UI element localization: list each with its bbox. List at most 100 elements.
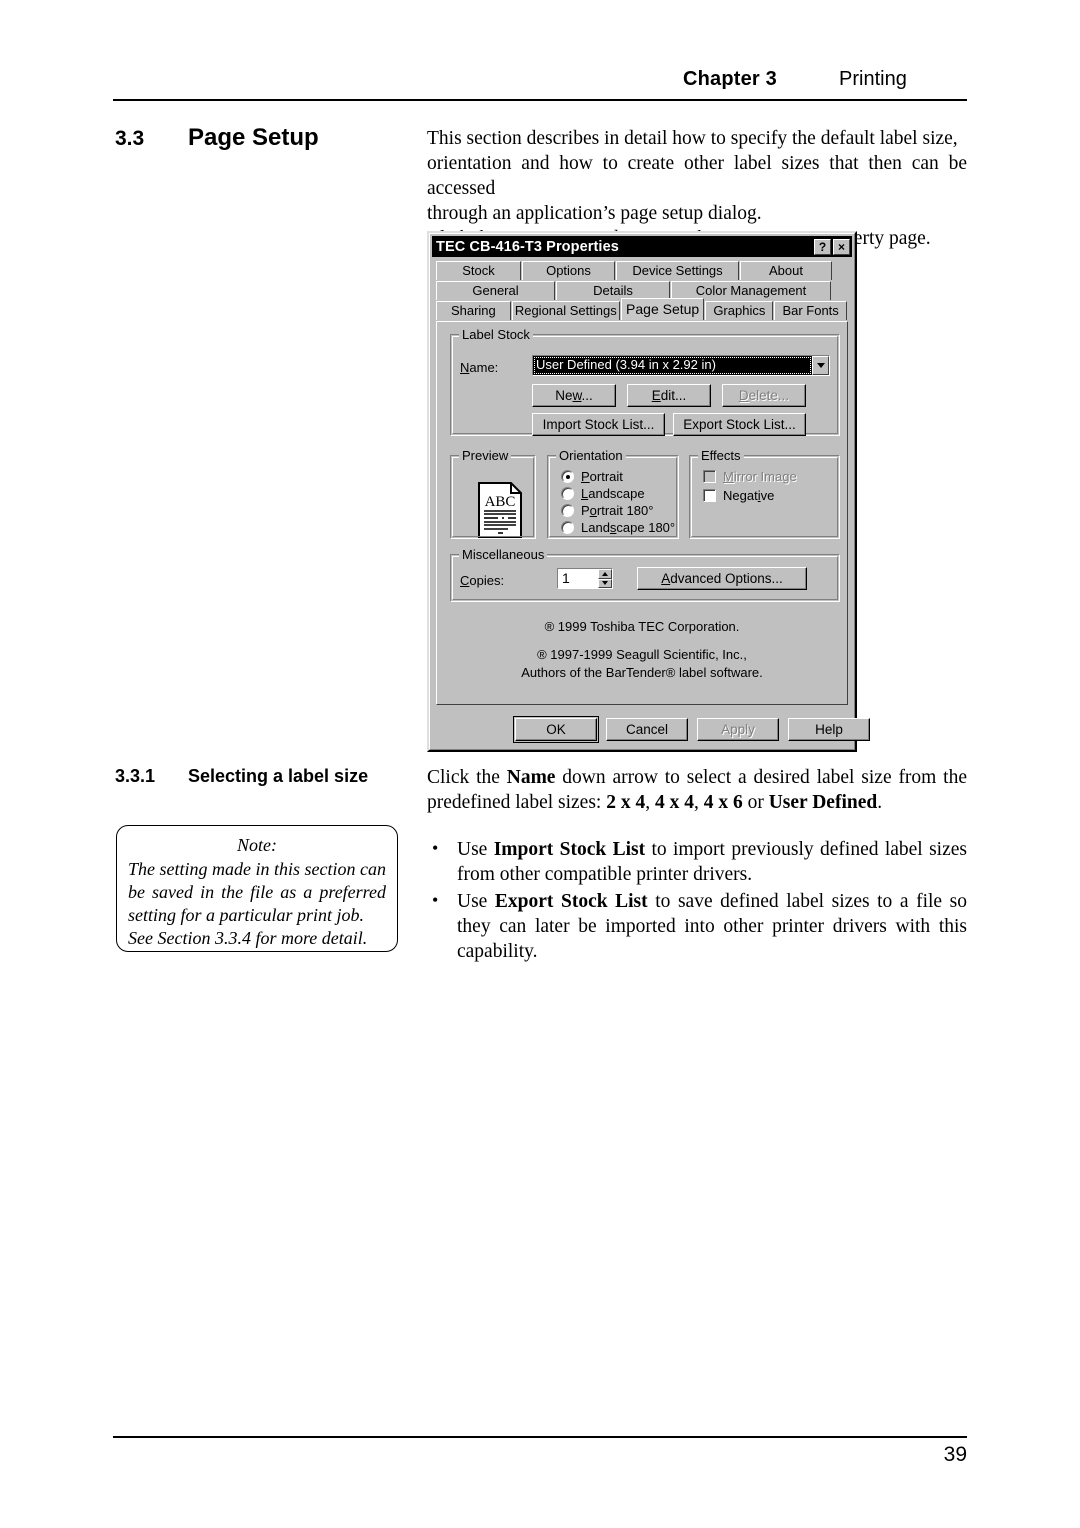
effects-group-title: Effects (698, 448, 744, 463)
bullet-icon: • (432, 890, 439, 910)
copies-stepper[interactable]: 1 (557, 568, 613, 589)
label-stock-name-value: User Defined (3.94 in x 2.92 in) (533, 356, 812, 375)
edit-button[interactable]: Edit... (627, 384, 711, 407)
radio-landscape-180-label: Landscape 180° (581, 520, 676, 535)
copyright-line-2: ® 1997-1999 Seagull Scientific, Inc., (537, 647, 747, 662)
ok-button[interactable]: OK (513, 716, 599, 743)
label-stock-group-title: Label Stock (459, 327, 533, 342)
footer-divider (113, 1436, 967, 1438)
page-number: 39 (943, 1443, 967, 1466)
miscellaneous-group-title: Miscellaneous (459, 547, 548, 562)
copies-label: Copies: (460, 573, 505, 588)
subsection-paragraph: Click the Name down arrow to select a de… (427, 765, 967, 815)
tab-bar-fonts[interactable]: Bar Fonts (774, 301, 847, 320)
sub-bold-2x4: 2 x 4 (606, 792, 646, 813)
page-setup-panel: Label Stock Name: User Defined (3.94 in … (436, 321, 848, 705)
bullet-1-pre: Use (457, 891, 495, 912)
svg-text:ABC: ABC (485, 494, 516, 510)
subsection-title: Selecting a label size (188, 766, 369, 786)
radio-portrait-label: Portrait (581, 469, 623, 484)
radio-landscape-180[interactable]: Landscape 180° (561, 520, 675, 535)
intro-line-1: This section describes in detail how to … (427, 128, 958, 149)
help-icon[interactable]: ? (814, 238, 831, 255)
radio-portrait-180-label: Portrait 180° (581, 503, 654, 518)
tab-page-setup[interactable]: Page Setup (620, 298, 705, 320)
section-number: 3.3 (115, 127, 145, 150)
bullet-icon: • (432, 838, 439, 858)
tab-sharing[interactable]: Sharing (436, 301, 511, 320)
dialog-title: TEC CB-416-T3 Properties (436, 238, 619, 255)
orientation-group-title: Orientation (556, 448, 626, 463)
dialog-titlebar: TEC CB-416-T3 Properties ? × (432, 236, 852, 257)
preview-group-title: Preview (459, 448, 512, 463)
bullet-list: • Use Import Stock List to import previou… (427, 837, 967, 966)
chapter-label: Chapter 3 (682, 68, 777, 90)
checkbox-mirror-image: Mirror Image (703, 469, 797, 484)
export-stock-list-button[interactable]: Export Stock List... (673, 413, 806, 436)
radio-landscape-label: Landscape (581, 486, 645, 501)
copyright-line-3: Authors of the BarTender® label software… (521, 665, 763, 680)
note-box: Note: The setting made in this section c… (116, 825, 398, 952)
header-divider (113, 99, 967, 101)
radio-portrait-indicator (561, 470, 574, 483)
checkbox-negative-label: Negative (723, 488, 775, 503)
cancel-button[interactable]: Cancel (606, 718, 688, 741)
radio-portrait-180-indicator (561, 504, 574, 517)
bullet-0-bold: Import Stock List (493, 839, 646, 860)
advanced-options-button[interactable]: Advanced Options... (637, 567, 807, 590)
tab-strip: Stock Options Device Settings About Gene… (432, 257, 852, 320)
intro-line-2: orientation and how to create other labe… (427, 153, 967, 199)
sub-sep-2: , (693, 792, 704, 813)
spin-down-icon[interactable] (598, 578, 612, 588)
spin-up-icon[interactable] (598, 569, 612, 579)
new-button[interactable]: New... (532, 384, 616, 407)
import-stock-list-button[interactable]: Import Stock List... (532, 413, 665, 436)
label-stock-name-combo[interactable]: User Defined (3.94 in x 2.92 in) (532, 355, 830, 376)
sub-pre: Click the (427, 767, 507, 788)
copies-value[interactable]: 1 (558, 569, 598, 588)
delete-button: Delete... (722, 384, 806, 407)
note-title: Note: (237, 835, 277, 855)
copies-spin-buttons[interactable] (598, 569, 612, 588)
help-button[interactable]: Help (788, 718, 870, 741)
tab-options[interactable]: Options (522, 261, 615, 280)
tab-device-settings[interactable]: Device Settings (616, 261, 739, 280)
name-label: Name: (460, 360, 499, 375)
subsection-number: 3.3.1 (115, 766, 156, 786)
radio-landscape-180-indicator (561, 521, 574, 534)
radio-landscape-indicator (561, 487, 574, 500)
radio-portrait[interactable]: Portrait (561, 469, 623, 484)
sub-bold-user-defined: User Defined (768, 792, 878, 813)
checkbox-mirror-image-label: Mirror Image (723, 469, 797, 484)
sub-bold-name: Name (506, 767, 556, 788)
checkbox-negative[interactable]: Negative (703, 488, 774, 503)
chapter-topic: Printing (839, 68, 907, 90)
close-icon[interactable]: × (833, 238, 850, 255)
bullet-0-pre: Use (457, 839, 494, 860)
tab-row-1: Stock Options Device Settings About (436, 261, 848, 280)
tab-regional-settings[interactable]: Regional Settings (511, 301, 620, 320)
tab-graphics[interactable]: Graphics (705, 301, 774, 320)
checkbox-negative-indicator (703, 489, 716, 502)
note-body-line-2: See Section 3.3.4 for more detail. (128, 928, 368, 948)
tab-general[interactable]: General (436, 281, 555, 300)
preview-group: Preview ABC (450, 448, 536, 539)
sub-sep-3: or (742, 792, 769, 813)
list-item: • Use Export Stock List to save defined l… (427, 889, 967, 964)
sub-end: . (877, 792, 883, 813)
apply-button: Apply (697, 718, 779, 741)
page-preview-icon: ABC (478, 482, 522, 538)
tab-about[interactable]: About (740, 261, 832, 280)
sub-bold-4x4: 4 x 4 (654, 792, 694, 813)
chevron-down-icon[interactable] (812, 356, 829, 375)
dialog-footer: OK Cancel Apply Help (430, 715, 870, 745)
tab-row-3: Sharing Regional Settings Page Setup Gra… (436, 298, 848, 320)
sub-sep-1: , (645, 792, 655, 813)
radio-portrait-180[interactable]: Portrait 180° (561, 503, 653, 518)
properties-dialog: TEC CB-416-T3 Properties ? × Stock Optio… (427, 231, 870, 752)
bullet-1-bold: Export Stock List (494, 891, 648, 912)
tab-stock[interactable]: Stock (436, 261, 521, 280)
intro-line-3: through an application’s page setup dial… (427, 203, 762, 224)
note-body-line-1: The setting made in this section can be … (128, 859, 386, 925)
radio-landscape[interactable]: Landscape (561, 486, 645, 501)
